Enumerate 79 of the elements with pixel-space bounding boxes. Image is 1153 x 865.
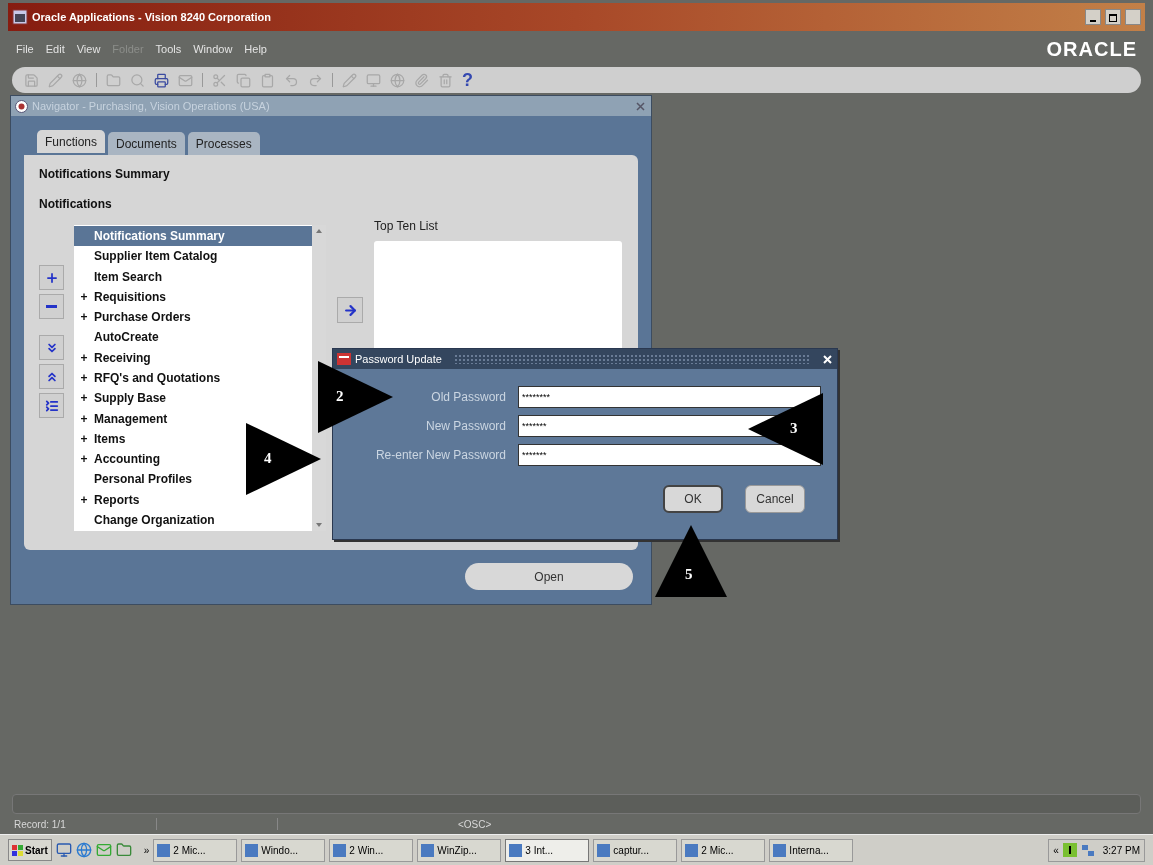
taskbar-button[interactable]: Windo... [241, 838, 326, 862]
collapse-button[interactable] [39, 294, 64, 319]
list-item[interactable]: Change Organization [74, 509, 312, 530]
list-item[interactable]: AutoCreate [74, 327, 312, 348]
maximize-button[interactable] [1105, 9, 1121, 25]
field-label: Old Password [431, 389, 506, 406]
list-item[interactable]: + Management [74, 408, 312, 429]
list-item[interactable]: + Supply Base [74, 388, 312, 409]
menu-item[interactable]: Edit [45, 40, 65, 58]
list-icon [44, 398, 59, 413]
list-item[interactable]: Item Search [74, 266, 312, 287]
taskbar-button[interactable]: 3 Int... [505, 838, 590, 862]
expand-branch-button[interactable] [39, 335, 64, 360]
list-item[interactable]: + RFQ's and Quotations [74, 367, 312, 389]
menu-item[interactable]: View [76, 40, 101, 58]
password-field[interactable]: ******* [518, 444, 821, 466]
list-item[interactable]: + Requisitions [74, 286, 312, 308]
tab[interactable]: Functions [37, 130, 106, 153]
taskbar-button[interactable]: Interna... [769, 838, 854, 862]
record-count: Record: 1/1 [14, 817, 67, 832]
list-item[interactable]: Supplier Item Catalog [74, 246, 312, 267]
list-item[interactable]: + Purchase Orders [74, 307, 312, 328]
menu-item[interactable]: File [16, 40, 34, 58]
open-button[interactable]: Open [465, 563, 633, 590]
add-to-top-ten-button[interactable] [337, 297, 363, 323]
field-label: Re-enter New Password [375, 447, 506, 464]
minus-icon [46, 305, 57, 308]
menu-item[interactable]: Window [193, 40, 233, 58]
cancel-button[interactable]: Cancel [745, 485, 805, 513]
callout-number: 5 [685, 565, 693, 584]
callout-number: 3 [790, 419, 798, 438]
taskbar-button[interactable]: 2 Mic... [153, 838, 238, 862]
callout-number: 4 [264, 449, 272, 468]
list-item[interactable]: + Items [74, 428, 312, 449]
dialog-title: Password Update [355, 351, 442, 367]
list-item[interactable]: + Reports [74, 489, 312, 510]
quick-launch-icon[interactable] [55, 842, 72, 858]
clock: 3:27 PM [1102, 843, 1140, 858]
help-button[interactable]: ? [462, 66, 473, 94]
plus-icon [44, 270, 59, 285]
app-icon [12, 9, 28, 25]
list-item[interactable]: Personal Profiles [74, 469, 312, 490]
list-item[interactable]: + Receiving [74, 347, 312, 368]
tray-expand-button[interactable]: « [1053, 842, 1059, 858]
taskbar-button[interactable]: 2 Mic... [681, 838, 766, 862]
top-ten-label: Top Ten List [374, 218, 439, 235]
tab[interactable]: Processes [187, 132, 260, 155]
field-label: New Password [425, 418, 506, 435]
arrow-right-icon [342, 302, 358, 318]
mode-indicator: <OSC> [458, 817, 492, 832]
more-button[interactable]: » [143, 842, 150, 858]
panel-subheading: Notifications [39, 196, 113, 213]
quick-launch-icon[interactable] [95, 842, 112, 858]
taskbar-button[interactable]: WinZip... [417, 838, 502, 862]
quick-launch-icon[interactable] [75, 842, 92, 858]
quick-launch-icon[interactable] [115, 842, 132, 858]
window-title: Oracle Applications - Vision 8240 Corporation [32, 9, 271, 25]
collapse-all-button[interactable] [39, 393, 64, 418]
expand-all-button[interactable] [39, 364, 64, 389]
password-field[interactable]: ******** [518, 386, 821, 408]
ok-button[interactable]: OK [663, 485, 723, 513]
taskbar-button[interactable]: captur... [593, 838, 678, 862]
menu-item[interactable]: Tools [155, 40, 182, 58]
tab[interactable]: Documents [108, 132, 185, 155]
expand-button[interactable] [39, 265, 64, 290]
callout-tooltip [655, 525, 727, 597]
dialog-icon [337, 353, 351, 365]
panel-heading: Notifications Summary [39, 166, 171, 183]
info-icon[interactable] [1062, 843, 1077, 857]
toolbar-icon[interactable] [154, 72, 169, 88]
taskbar-button[interactable]: 2 Win... [329, 838, 414, 862]
list-item[interactable]: Notifications Summary [74, 226, 312, 247]
start-button[interactable]: Start [8, 839, 52, 861]
minimize-button[interactable] [1085, 9, 1101, 25]
callout-number: 2 [336, 387, 344, 406]
oracle-logo: ORACLE [1046, 37, 1137, 62]
menu-item[interactable]: Help [244, 40, 267, 58]
windows-logo-icon [12, 844, 23, 856]
navigator-icon [15, 99, 28, 113]
